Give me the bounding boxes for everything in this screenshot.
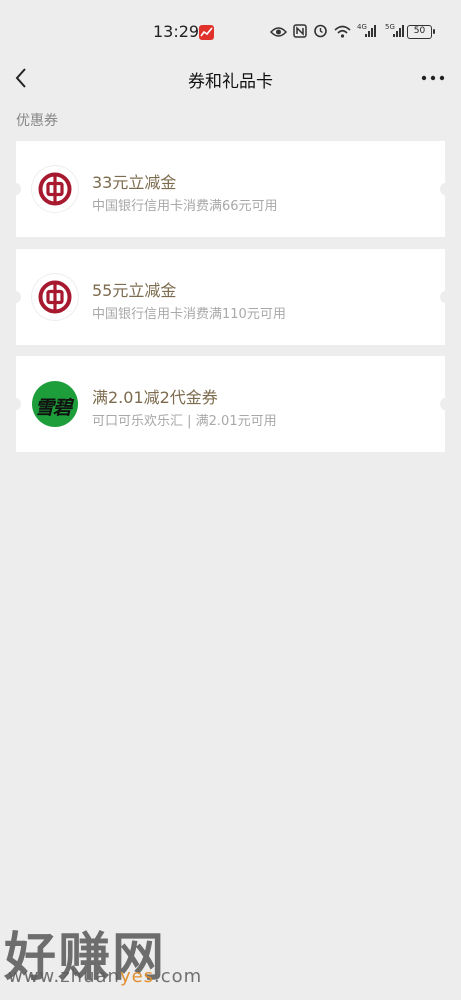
ticket-notch [440, 398, 450, 410]
wifi-icon [334, 23, 351, 42]
eye-icon [269, 23, 288, 42]
signal-4g-icon: 4G [357, 23, 379, 42]
section-label-coupons: 优惠券 [16, 113, 58, 129]
watermark-url-highlight: yes [119, 966, 155, 987]
alarm-icon [313, 23, 328, 42]
page-title: 券和礼品卡 [188, 72, 273, 92]
coupon-card[interactable]: 雪碧 满2.01减2代金券 可口可乐欢乐汇 | 满2.01元可用 [11, 356, 450, 452]
coupon-card[interactable]: 33元立减金 中国银行信用卡消费满66元可用 [11, 141, 450, 237]
ticket-notch [11, 398, 21, 410]
ticket-notch [11, 291, 21, 303]
svg-text:4G: 4G [357, 23, 367, 31]
sprite-logo-text: 雪碧 [35, 397, 72, 419]
nav-bar: 券和礼品卡 [0, 56, 461, 100]
watermark-url-suffix: .com [154, 966, 203, 987]
ticket-notch [440, 183, 450, 195]
signal-5g-icon: 5G [385, 23, 407, 42]
status-time: 13:29 [153, 22, 200, 41]
coupon-description: 中国银行信用卡消费满110元可用 [92, 307, 286, 322]
ticket-notch [440, 291, 450, 303]
battery-icon: 50 [407, 25, 435, 39]
status-icons: 4G 5G [269, 22, 407, 42]
coupon-description: 可口可乐欢乐汇 | 满2.01元可用 [92, 414, 277, 429]
coupon-title: 满2.01减2代金券 [92, 388, 218, 407]
more-icon[interactable] [418, 68, 448, 88]
bank-of-china-logo-icon [32, 166, 78, 212]
coupon-card[interactable]: 55元立减金 中国银行信用卡消费满110元可用 [11, 249, 450, 345]
stock-app-notification-icon [199, 25, 214, 40]
ticket-notch [11, 183, 21, 195]
coupon-title: 33元立减金 [92, 173, 177, 192]
coupon-title: 55元立减金 [92, 281, 177, 300]
bank-of-china-logo-icon [32, 274, 78, 320]
coupon-description: 中国银行信用卡消费满66元可用 [92, 199, 278, 214]
nfc-icon [293, 23, 307, 42]
watermark-url-prefix: www.zhuan [8, 966, 120, 987]
svg-text:5G: 5G [385, 23, 395, 31]
watermark-url: www.zhuanyes.com [8, 966, 202, 987]
status-bar: 13:29 4G 5G 50 [0, 0, 461, 64]
sprite-logo-icon: 雪碧 [32, 381, 78, 427]
